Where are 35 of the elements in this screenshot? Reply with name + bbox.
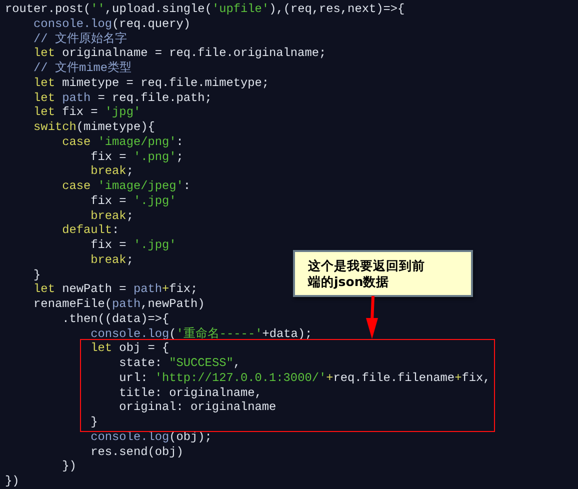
- code-line: fix = '.jpg': [90, 238, 176, 253]
- code-line: let fix = 'jpg': [32, 105, 141, 120]
- code-line: // 文件原始名字: [32, 32, 127, 46]
- code-line: // 文件mime类型: [32, 61, 132, 76]
- code-line: router.post('',upload.single('upfile'),(req,res,next)=>{: [5, 2, 405, 17]
- code-line: break;: [90, 208, 134, 224]
- code-line: case 'image/jpeg':: [61, 179, 191, 194]
- code-line: state: "SUCCESS",: [118, 356, 240, 371]
- code-line: original: originalname: [118, 400, 276, 415]
- code-line: console.log(obj);: [90, 430, 212, 444]
- code-line: break;: [90, 252, 134, 268]
- code-line: res.send(obj): [90, 444, 184, 460]
- code-line: break;: [90, 164, 134, 179]
- code-line: let newPath = path+fix;: [32, 282, 198, 297]
- code-line: let originalname = req.file.originalname;: [32, 46, 326, 61]
- code-line: fix = '.png';: [90, 150, 184, 164]
- code-line: case 'image/png':: [61, 134, 184, 150]
- code-line: }: [90, 415, 98, 430]
- code-line: title: originalname,: [118, 386, 262, 400]
- code-line: url: 'http://127.0.0.1:3000/'+req.file.filename+fix,: [118, 370, 490, 386]
- code-line: renameFile(path,newPath): [32, 297, 205, 312]
- code-line: switch(mimetype){: [32, 120, 155, 135]
- code-line: console.log(req.query): [32, 16, 191, 32]
- code-line: .then((data)=>{: [61, 312, 170, 326]
- code-line: let mimetype = req.file.mimetype;: [32, 76, 270, 90]
- code-line: let path = req.file.path;: [32, 90, 212, 106]
- code-line: }: [32, 268, 41, 282]
- arrow: [366, 296, 378, 339]
- code-line: default:: [61, 223, 120, 238]
- callout-text: 这个是我要返回到前端的json数据: [308, 258, 426, 290]
- code-line: }): [61, 459, 76, 474]
- code-line: fix = '.jpg': [90, 194, 176, 208]
- code-line: }): [5, 474, 20, 489]
- code-line: console.log('重命名-----'+data);: [90, 326, 312, 342]
- code-line: let obj = {: [90, 341, 170, 356]
